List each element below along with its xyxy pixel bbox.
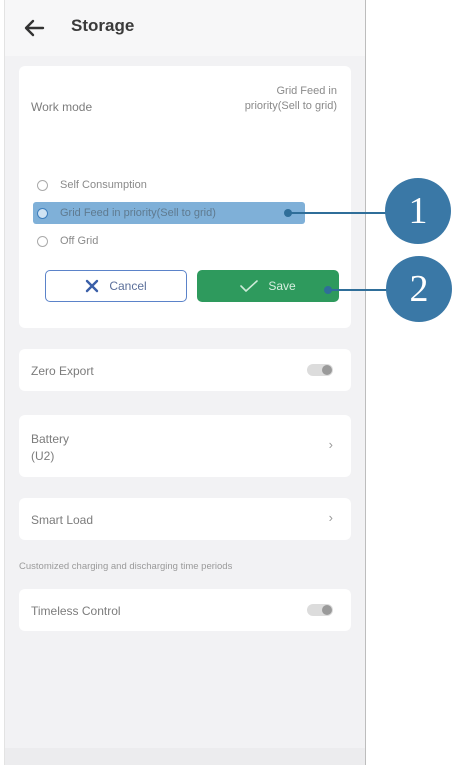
section-caption: Customized charging and discharging time… [19,561,233,572]
work-mode-label: Work mode [31,100,93,114]
header: Storage [5,0,365,56]
callout-2-dot [324,286,332,294]
battery-row[interactable]: Battery (U2) › [19,415,351,477]
work-mode-card: Work mode Grid Feed in priority(Sell to … [19,66,351,328]
option-label: Self Consumption [60,179,147,191]
bottom-bar [5,748,365,765]
callout-1-dot [284,209,292,217]
option-label: Off Grid [60,235,99,247]
callout-1-line [288,212,388,214]
option-label: Grid Feed in priority(Sell to grid) [60,207,216,219]
chevron-right-icon: › [328,510,333,525]
timeless-control-toggle[interactable] [307,604,333,616]
callout-2-badge: 2 [386,256,452,322]
chevron-right-icon: › [328,437,333,452]
timeless-control-label: Timeless Control [31,604,121,618]
radio-off-grid[interactable] [37,235,48,247]
cancel-button[interactable]: Cancel [45,270,187,302]
option-grid-feed-in-priority[interactable]: Grid Feed in priority(Sell to grid) [37,204,216,222]
smart-load-row[interactable]: Smart Load › [19,498,351,540]
smart-load-label: Smart Load [31,513,94,527]
zero-export-label: Zero Export [31,364,94,378]
battery-label: Battery [31,432,70,446]
save-label: Save [268,279,296,293]
zero-export-row: Zero Export [19,349,351,391]
callout-1-badge: 1 [385,178,451,244]
zero-export-toggle[interactable] [307,364,333,376]
save-button[interactable]: Save [197,270,339,302]
radio-self-consumption[interactable] [37,179,48,191]
check-icon [240,280,259,292]
battery-value: (U2) [31,449,55,463]
page-title: Storage [71,16,135,35]
callout-2-line [328,289,390,291]
cancel-label: Cancel [109,279,147,293]
phone-screen: Storage Work mode Grid Feed in priority(… [4,0,366,765]
option-self-consumption[interactable]: Self Consumption [37,176,147,194]
option-off-grid[interactable]: Off Grid [37,232,98,250]
close-icon [86,279,99,293]
work-mode-value: Grid Feed in priority(Sell to grid) [244,85,337,112]
timeless-control-row: Timeless Control [19,589,351,631]
arrow-left-icon[interactable] [23,18,45,38]
radio-grid-feed-in-priority[interactable] [37,207,48,219]
